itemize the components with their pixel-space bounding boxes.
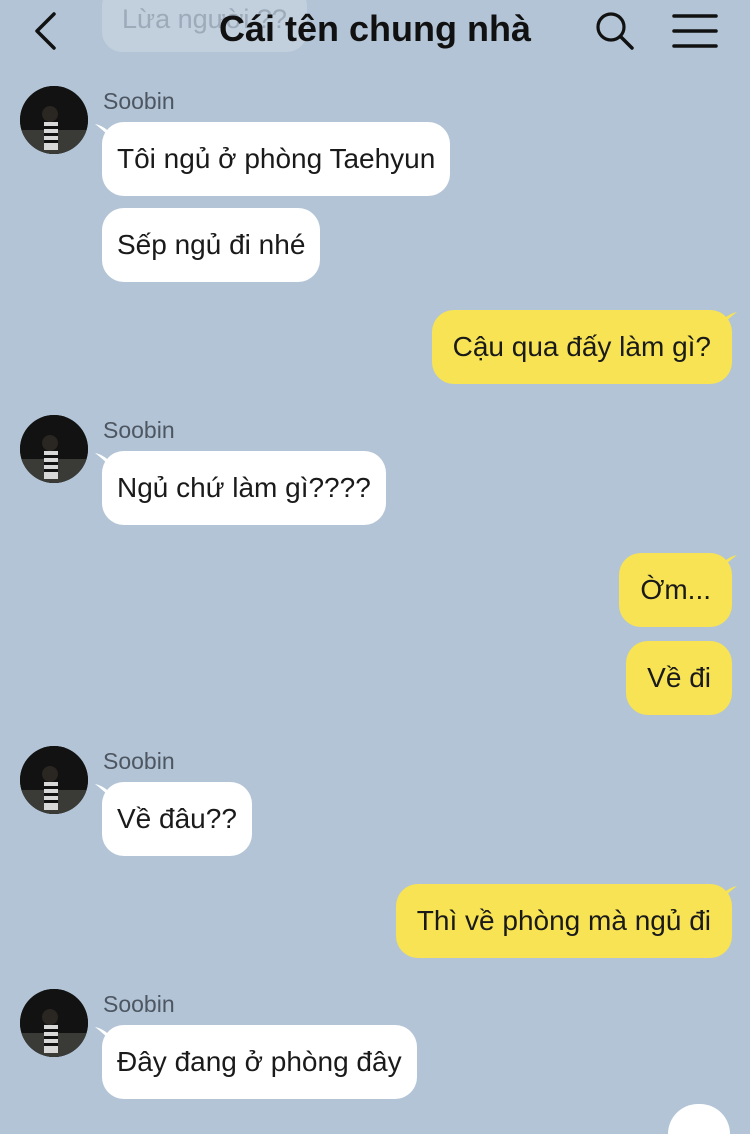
message-bubble-incoming[interactable]: Tôi ngủ ở phòng Taehyun <box>102 122 451 196</box>
menu-button[interactable] <box>670 8 720 54</box>
sender-name: Soobin <box>103 748 175 774</box>
sender-name: Soobin <box>103 991 175 1017</box>
scroll-to-bottom-button[interactable] <box>668 1104 730 1134</box>
message-bubble-incoming[interactable]: Đây đang ở phòng đây <box>102 1025 417 1099</box>
search-button[interactable] <box>590 8 640 54</box>
chat-header: Lừa người ?? Cái tên chung nhà <box>0 0 750 62</box>
sender-name: Soobin <box>103 417 175 443</box>
hamburger-menu-icon <box>672 14 718 48</box>
message-bubble-outgoing[interactable]: Ờm... <box>619 553 732 627</box>
message-bubble-incoming[interactable]: Ngủ chứ làm gì???? <box>102 451 386 525</box>
message-bubble-outgoing[interactable]: Thì về phòng mà ngủ đi <box>395 884 732 958</box>
message-bubble-incoming[interactable]: Về đâu?? <box>102 782 252 856</box>
avatar[interactable] <box>20 746 88 814</box>
message-bubble-incoming[interactable]: Sếp ngủ đi nhé <box>102 208 321 282</box>
avatar[interactable] <box>20 86 88 154</box>
avatar[interactable] <box>20 415 88 483</box>
sender-name: Soobin <box>103 88 175 114</box>
search-icon <box>596 12 634 50</box>
message-bubble-outgoing[interactable]: Về đi <box>626 641 732 715</box>
message-bubble-outgoing[interactable]: Cậu qua đấy làm gì? <box>431 310 732 384</box>
avatar[interactable] <box>20 989 88 1057</box>
